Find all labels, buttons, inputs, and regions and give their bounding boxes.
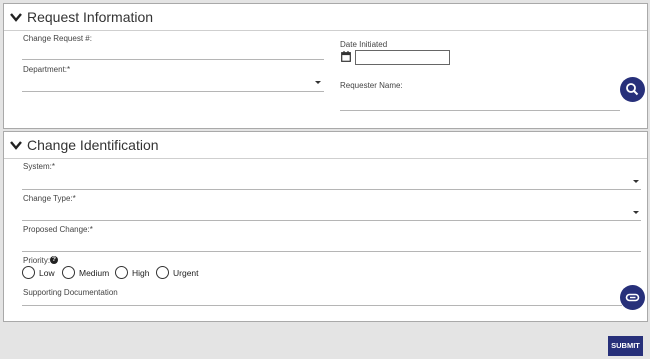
system-select[interactable]: [22, 189, 641, 190]
request-information-header[interactable]: Request Information: [4, 4, 647, 31]
submit-button[interactable]: SUBMIT: [608, 336, 643, 356]
priority-option-label: High: [132, 268, 150, 278]
search-icon: [626, 83, 639, 96]
panel-title: Change Identification: [27, 137, 159, 153]
priority-option-label: Medium: [79, 268, 110, 278]
priority-radio-medium[interactable]: [62, 266, 75, 279]
supporting-documentation-label: Supporting Documentation: [23, 288, 118, 297]
priority-option-label: Urgent: [173, 268, 199, 278]
change-type-dropdown-caret[interactable]: [633, 211, 639, 214]
priority-radio-low[interactable]: [22, 266, 35, 279]
priority-radio-high[interactable]: [115, 266, 128, 279]
requester-name-field[interactable]: [340, 110, 620, 111]
search-button[interactable]: [620, 77, 645, 102]
attachment-icon: [625, 293, 640, 302]
proposed-change-field[interactable]: [22, 251, 641, 252]
priority-label: Priority:: [23, 256, 51, 265]
calendar-icon[interactable]: [341, 51, 351, 62]
proposed-change-label: Proposed Change:*: [23, 225, 93, 234]
chevron-down-icon[interactable]: [9, 10, 23, 24]
department-label: Department:*: [23, 65, 71, 74]
change-type-label: Change Type:*: [23, 194, 76, 203]
change-request-field[interactable]: [22, 59, 324, 60]
change-type-select[interactable]: [22, 220, 641, 221]
supporting-documentation-field[interactable]: [22, 305, 622, 306]
system-dropdown-caret[interactable]: [633, 180, 639, 183]
chevron-down-icon[interactable]: [9, 138, 23, 152]
department-dropdown-caret[interactable]: [315, 81, 321, 84]
requester-name-label: Requester Name:: [340, 81, 403, 90]
priority-radio-urgent[interactable]: [156, 266, 169, 279]
help-icon[interactable]: ?: [50, 256, 58, 264]
panel-title: Request Information: [27, 9, 154, 25]
department-select[interactable]: [22, 91, 324, 92]
date-initiated-label: Date Initiated: [340, 40, 388, 49]
change-request-label: Change Request #:: [23, 34, 92, 43]
date-initiated-input[interactable]: [355, 50, 450, 65]
attach-button[interactable]: [620, 285, 645, 310]
change-identification-header[interactable]: Change Identification: [4, 132, 647, 159]
system-label: System:*: [23, 162, 56, 171]
priority-option-label: Low: [39, 268, 55, 278]
